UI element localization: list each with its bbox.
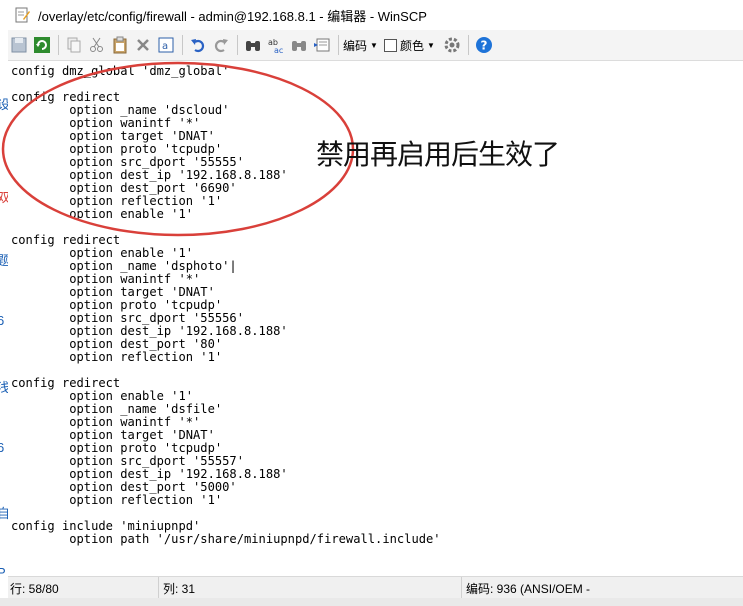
window-bottom-edge (0, 598, 743, 606)
save-icon (11, 37, 27, 53)
chevron-down-icon: ▼ (426, 40, 435, 50)
editor-window: /overlay/etc/config/firewall - admin@192… (8, 0, 743, 606)
edge-char: 浅 (0, 380, 8, 395)
redo-button[interactable] (210, 34, 232, 56)
color-label: 颜色 (399, 38, 424, 53)
toolbar: a ab ac 编码 ▼ 颜色 ▼ ? (8, 30, 743, 61)
reload-button[interactable] (31, 34, 53, 56)
encoding-label: 编码 (343, 38, 368, 53)
background-window-edge: 设 双 题 6 浅 6 自 P (0, 0, 8, 606)
scissors-icon (90, 37, 103, 52)
redo-icon (214, 39, 228, 53)
toolbar-separator (237, 35, 238, 55)
select-all-button[interactable]: a (155, 34, 177, 56)
status-column-text: 列: 31 (163, 581, 196, 596)
code-line[interactable]: option path '/usr/share/miniupnpd/firewa… (11, 533, 440, 546)
edge-char: 6 (0, 440, 5, 455)
save-button[interactable] (8, 34, 30, 56)
undo-icon (191, 39, 205, 53)
encoding-dropdown[interactable]: 编码 ▼ (343, 37, 378, 54)
chevron-down-icon: ▼ (370, 40, 378, 50)
edge-char: 自 (0, 506, 8, 521)
undo-button[interactable] (187, 34, 209, 56)
goto-line-icon (314, 38, 330, 52)
color-dropdown[interactable]: 颜色 ▼ (383, 37, 435, 54)
status-line-text: 行: 58/80 (10, 581, 59, 596)
status-encoding: 编码: 936 (ANSI/OEM - (462, 577, 626, 599)
edge-char: 题 (0, 253, 8, 268)
copy-icon (67, 37, 81, 53)
gear-icon (444, 37, 460, 53)
select-all-icon: a (158, 37, 174, 53)
annotation-text: 禁用再启用后生效了 (316, 138, 560, 171)
edge-char: 6 (0, 313, 5, 328)
window-title: /overlay/etc/config/firewall - admin@192… (38, 8, 427, 24)
code-line[interactable]: option reflection '1' (11, 351, 441, 364)
refresh-icon (34, 37, 50, 53)
toolbar-separator (338, 35, 339, 55)
cut-button[interactable] (86, 34, 108, 56)
replace-button[interactable]: ab ac (265, 34, 287, 56)
help-icon: ? (475, 37, 492, 53)
svg-text:?: ? (480, 39, 487, 53)
status-column-position: 列: 31 (159, 577, 462, 599)
title-bar: /overlay/etc/config/firewall - admin@192… (8, 0, 743, 30)
editor-app-icon (15, 7, 30, 23)
color-checkbox[interactable] (383, 38, 397, 52)
svg-text:ac: ac (274, 46, 283, 54)
toolbar-separator (467, 35, 469, 55)
edge-char: 双 (0, 190, 8, 205)
edge-char: 设 (0, 97, 8, 112)
replace-icon: abac (268, 38, 283, 54)
help-button[interactable]: ? (473, 34, 495, 56)
code-line[interactable]: config dmz_global 'dmz_global' (11, 65, 441, 78)
copy-button[interactable] (63, 34, 85, 56)
close-icon (137, 39, 149, 51)
delete-button[interactable] (132, 34, 154, 56)
paste-button[interactable] (109, 34, 131, 56)
binoculars-icon (246, 41, 260, 51)
toolbar-separator (58, 35, 59, 55)
toolbar-separator (182, 35, 183, 55)
status-line-position: 行: 58/80 (8, 577, 159, 599)
code-line[interactable]: option reflection '1' (11, 494, 441, 507)
status-bar: 行: 58/80 列: 31 编码: 936 (ANSI/OEM - (8, 576, 743, 599)
status-encoding-text: 编码: 936 (ANSI/OEM - (466, 581, 591, 596)
goto-line-button[interactable] (311, 34, 333, 56)
clipboard-icon (113, 36, 127, 54)
binoculars-next-icon (292, 41, 306, 51)
edge-char: P (0, 565, 6, 580)
find-next-button[interactable] (288, 34, 310, 56)
svg-text:a: a (162, 41, 168, 52)
code-line[interactable]: option enable '1' (11, 208, 441, 221)
settings-button[interactable] (441, 34, 463, 56)
find-button[interactable] (242, 34, 264, 56)
